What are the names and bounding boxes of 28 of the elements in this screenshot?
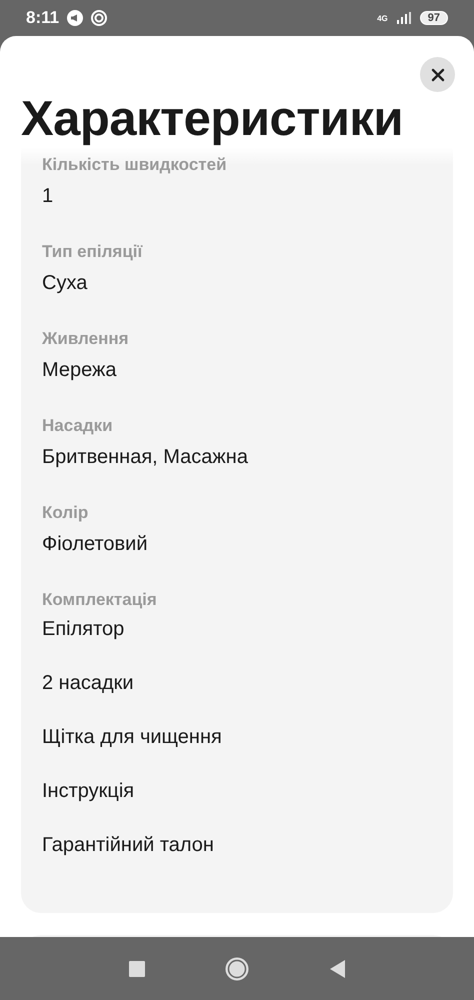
home-button[interactable]: [225, 956, 249, 980]
battery-indicator: 97: [420, 11, 448, 25]
spec-label: Комплектація: [42, 589, 158, 611]
spec-value: Суха: [42, 271, 88, 296]
spec-value: Гарантійний талон: [42, 833, 215, 858]
clock: 8:11: [26, 8, 60, 28]
spec-label: Живлення: [42, 328, 130, 350]
spec-value: Фіолетовий: [42, 532, 148, 557]
signal-icon: [396, 12, 412, 24]
network-label: 4G: [377, 14, 388, 22]
spec-label: Тип епіляції: [42, 241, 144, 263]
spec-value: Бритвенная, Масажна: [42, 445, 249, 470]
spec-value: Інструкція: [42, 779, 136, 804]
spec-label: Насадки: [42, 415, 114, 437]
recents-button[interactable]: [129, 960, 145, 976]
target-icon: [91, 10, 108, 26]
close-icon: [430, 68, 444, 82]
spec-label: Колір: [42, 502, 90, 524]
back-button[interactable]: [329, 960, 345, 978]
spec-value: Щітка для чищення: [42, 725, 223, 750]
megaphone-icon: [67, 10, 84, 26]
close-button[interactable]: [420, 57, 455, 92]
spec-value: 2 насадки: [42, 671, 135, 696]
spec-value: Мережа: [42, 358, 118, 383]
spec-label: Кількість швидкостей: [42, 154, 228, 176]
spec-value: 1: [42, 184, 54, 209]
sheet-title: Характеристики: [21, 92, 404, 147]
spec-value: Епілятор: [42, 617, 126, 642]
